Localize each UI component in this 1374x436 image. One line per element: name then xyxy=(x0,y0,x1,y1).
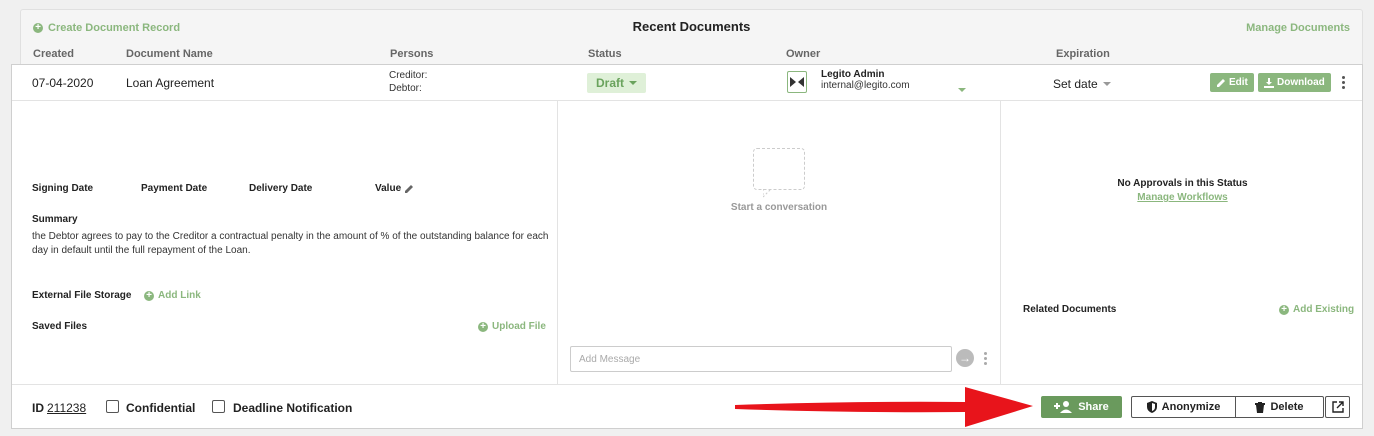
arrow-right-circle-icon[interactable]: → xyxy=(956,349,974,367)
expiration-dropdown[interactable]: Set date xyxy=(1053,77,1111,91)
person-debtor: Debtor: xyxy=(389,83,422,94)
summary-label: Summary xyxy=(32,214,78,225)
pencil-icon xyxy=(1217,78,1225,87)
no-approvals-label: No Approvals in this Status xyxy=(1117,178,1248,189)
add-link-label: Add Link xyxy=(158,290,201,301)
message-input[interactable] xyxy=(570,346,952,372)
saved-files-label: Saved Files xyxy=(32,321,88,332)
owner-avatar xyxy=(787,71,807,93)
column-created[interactable]: Created xyxy=(33,48,74,60)
shield-icon xyxy=(1146,401,1157,413)
caret-down-icon xyxy=(958,88,966,92)
id-link[interactable]: 211238 xyxy=(47,401,86,415)
delete-label: Delete xyxy=(1270,401,1304,413)
legito-logo-icon xyxy=(787,71,807,93)
confidential-label[interactable]: Confidential xyxy=(126,401,195,415)
deadline-notification-checkbox[interactable] xyxy=(212,400,225,413)
plus-circle-icon: + xyxy=(144,290,154,301)
caret-down-icon xyxy=(629,81,638,85)
column-owner[interactable]: Owner xyxy=(786,48,820,60)
upload-file-button[interactable]: + Upload File xyxy=(478,321,546,332)
column-persons[interactable]: Persons xyxy=(390,48,433,60)
share-label: Share xyxy=(1078,401,1109,413)
owner-name: Legito Admin xyxy=(821,69,885,80)
table-header: Created Document Name Persons Status Own… xyxy=(21,48,1362,64)
details-column: Signing Date Payment Date Delivery Date … xyxy=(12,101,558,384)
table-row[interactable]: 07-04-2020 Loan Agreement Creditor: Debt… xyxy=(12,65,1362,101)
caret-down-icon xyxy=(1102,82,1111,86)
confidential-checkbox[interactable] xyxy=(106,400,119,413)
add-existing-label: Add Existing xyxy=(1293,304,1355,315)
status-label: Draft xyxy=(596,76,625,90)
plus-circle-icon: + xyxy=(478,321,488,332)
person-creditor: Creditor: xyxy=(389,70,428,81)
delete-button[interactable]: Delete xyxy=(1236,397,1323,417)
anonymize-delete-group: Anonymize Delete xyxy=(1131,396,1324,418)
value-field[interactable]: Value xyxy=(375,183,414,194)
trash-icon xyxy=(1255,401,1266,413)
kebab-icon[interactable] xyxy=(1342,76,1345,89)
external-link-icon xyxy=(1331,401,1344,413)
manage-documents-link[interactable]: Manage Documents xyxy=(1246,22,1350,34)
download-button-wrap: Download xyxy=(1258,73,1331,92)
page-title: Recent Documents xyxy=(632,19,751,34)
related-documents-label: Related Documents xyxy=(1023,304,1117,315)
speech-bubble-tail xyxy=(763,189,772,198)
owner-info: Legito Admin internal@legito.com xyxy=(821,69,910,91)
id-label: ID xyxy=(32,401,44,415)
status-dropdown[interactable]: Draft xyxy=(587,73,647,93)
conversation-column: Start a conversation → xyxy=(558,101,1001,384)
expiration-label: Set date xyxy=(1053,77,1098,91)
summary-text: the Debtor agrees to pay to the Creditor… xyxy=(32,231,549,256)
panel-header: + Create Document Record Recent Document… xyxy=(21,10,1362,44)
created-date: 07-04-2020 xyxy=(32,76,94,90)
approvals-column: No Approvals in this Status Manage Workf… xyxy=(1001,101,1364,384)
value-label: Value xyxy=(375,183,402,194)
status-cell: Draft xyxy=(587,73,647,93)
external-link-button[interactable] xyxy=(1325,396,1350,418)
column-expiration[interactable]: Expiration xyxy=(1056,48,1110,60)
edit-label: Edit xyxy=(1229,77,1248,88)
manage-workflows-link[interactable]: Manage Workflows xyxy=(1001,192,1364,203)
owner-email: internal@legito.com xyxy=(821,80,910,91)
download-button[interactable]: Download xyxy=(1258,73,1331,92)
download-icon xyxy=(1264,77,1274,88)
add-user-icon xyxy=(1054,401,1073,413)
kebab-icon[interactable] xyxy=(984,352,987,365)
deadline-notification-label[interactable]: Deadline Notification xyxy=(233,401,352,415)
record-details: Signing Date Payment Date Delivery Date … xyxy=(12,101,1362,384)
document-name[interactable]: Loan Agreement xyxy=(126,76,214,90)
pencil-icon[interactable] xyxy=(404,184,414,194)
signing-date-label[interactable]: Signing Date xyxy=(32,183,93,194)
external-file-storage-label: External File Storage xyxy=(32,290,132,301)
persons-cell: Creditor: Debtor: xyxy=(389,69,427,95)
red-arrow-annotation xyxy=(735,387,1033,427)
payment-date-label[interactable]: Payment Date xyxy=(141,183,207,194)
start-conversation-label: Start a conversation xyxy=(730,202,828,213)
plus-circle-icon: + xyxy=(1279,304,1289,315)
column-status[interactable]: Status xyxy=(588,48,622,60)
speech-bubble-icon xyxy=(753,148,805,190)
upload-file-label: Upload File xyxy=(492,321,546,332)
add-existing-button[interactable]: + Add Existing xyxy=(1279,304,1354,315)
add-link-button[interactable]: + Add Link xyxy=(144,290,201,301)
anonymize-label: Anonymize xyxy=(1161,401,1221,413)
edit-button[interactable]: Edit xyxy=(1210,73,1254,92)
owner-dropdown[interactable] xyxy=(958,81,966,95)
record-footer: ID 211238 Confidential Deadline Notifica… xyxy=(12,384,1362,429)
download-label: Download xyxy=(1277,77,1325,88)
edit-button-wrap: Edit xyxy=(1210,73,1254,92)
document-record-expanded: 07-04-2020 Loan Agreement Creditor: Debt… xyxy=(11,64,1363,429)
column-document-name[interactable]: Document Name xyxy=(126,48,213,60)
share-button[interactable]: Share xyxy=(1041,396,1122,418)
delivery-date-label[interactable]: Delivery Date xyxy=(249,183,312,194)
anonymize-button[interactable]: Anonymize xyxy=(1132,397,1236,417)
